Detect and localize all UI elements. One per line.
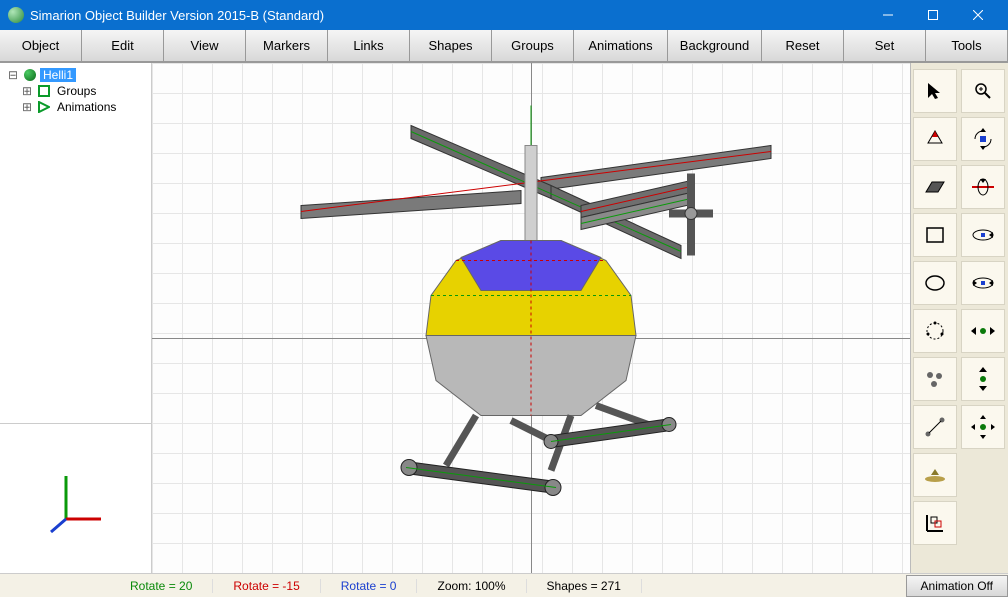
close-icon: [973, 10, 983, 20]
axis-gizmo-icon: [41, 464, 111, 534]
polygon-icon: [924, 320, 946, 342]
tree-item-label: Groups: [54, 84, 99, 98]
move-vert-icon: [976, 366, 990, 392]
move-horiz-icon: [970, 324, 996, 338]
tree-item-groups[interactable]: ⊞ Groups: [6, 83, 145, 99]
status-rotate-z: Rotate = 0: [321, 579, 418, 593]
menu-tools[interactable]: Tools: [926, 30, 1008, 62]
square-icon: [38, 85, 50, 97]
animation-toggle-button[interactable]: Animation Off: [906, 575, 1008, 597]
app-icon: [8, 7, 24, 23]
tree-expander[interactable]: ⊞: [20, 84, 34, 98]
move-free-icon: [970, 414, 996, 440]
menu-links[interactable]: Links: [328, 30, 410, 62]
menu-edit[interactable]: Edit: [82, 30, 164, 62]
tool-move-free[interactable]: [961, 405, 1005, 449]
menu-groups[interactable]: Groups: [492, 30, 574, 62]
tree-expander[interactable]: ⊞: [20, 100, 34, 114]
axis-preview: [0, 423, 151, 573]
tree-item-label: Animations: [54, 100, 119, 114]
tree-item-animations[interactable]: ⊞ Animations: [6, 99, 145, 115]
ground-icon: [923, 467, 947, 483]
status-rotate-x: Rotate = 20: [110, 579, 213, 593]
tool-align[interactable]: [913, 501, 957, 545]
tool-cursor[interactable]: [913, 69, 957, 113]
tool-zoom[interactable]: [961, 69, 1005, 113]
close-button[interactable]: [955, 0, 1000, 30]
tool-ground[interactable]: [913, 453, 957, 497]
tool-rectangle[interactable]: [913, 213, 957, 257]
menu-view[interactable]: View: [164, 30, 246, 62]
maximize-icon: [928, 10, 938, 20]
tool-line[interactable]: [913, 405, 957, 449]
viewport-3d[interactable]: [152, 63, 910, 573]
cursor-icon: [925, 81, 945, 101]
tool-move-horiz[interactable]: [961, 309, 1005, 353]
tool-polygon[interactable]: [913, 309, 957, 353]
tree-expander[interactable]: ⊟: [6, 68, 20, 82]
menu-background[interactable]: Background: [668, 30, 762, 62]
menu-shapes[interactable]: Shapes: [410, 30, 492, 62]
vertex-up-icon: [924, 129, 946, 149]
window-title: Simarion Object Builder Version 2015-B (…: [30, 8, 324, 23]
menu-animations[interactable]: Animations: [574, 30, 668, 62]
rotate-x-icon: [970, 177, 996, 197]
window-titlebar: Simarion Object Builder Version 2015-B (…: [0, 0, 1008, 30]
tree-root-label: Helli1: [40, 68, 76, 82]
ellipse-icon: [924, 274, 946, 292]
tool-multi-point[interactable]: [913, 357, 957, 401]
tool-panel: [910, 63, 1008, 573]
minimize-icon: [883, 10, 893, 20]
multi-point-icon: [924, 369, 946, 389]
minimize-button[interactable]: [865, 0, 910, 30]
maximize-button[interactable]: [910, 0, 955, 30]
tool-rotate-y[interactable]: [961, 213, 1005, 257]
status-shapes: Shapes = 271: [527, 579, 642, 593]
side-panel: ⊟ Helli1 ⊞ Groups ⊞ Animations: [0, 63, 152, 573]
object-tree: ⊟ Helli1 ⊞ Groups ⊞ Animations: [0, 63, 151, 423]
menu-set[interactable]: Set: [844, 30, 926, 62]
tool-vertex-up[interactable]: [913, 117, 957, 161]
play-icon: [38, 101, 50, 113]
tool-plane[interactable]: [913, 165, 957, 209]
menubar: ObjectEditViewMarkersLinksShapesGroupsAn…: [0, 30, 1008, 63]
tool-rotate-x[interactable]: [961, 165, 1005, 209]
status-zoom: Zoom: 100%: [417, 579, 526, 593]
model-helicopter[interactable]: [251, 85, 811, 530]
menu-object[interactable]: Object: [0, 30, 82, 62]
rectangle-icon: [925, 226, 945, 244]
plane-icon: [924, 178, 946, 196]
statusbar: Rotate = 20 Rotate = -15 Rotate = 0 Zoom…: [0, 573, 1008, 597]
tool-rotate-free[interactable]: [961, 117, 1005, 161]
rotate-z-icon: [970, 272, 996, 294]
menu-markers[interactable]: Markers: [246, 30, 328, 62]
rotate-free-icon: [971, 127, 995, 151]
tree-root[interactable]: ⊟ Helli1: [6, 67, 145, 83]
magnifier-icon: [973, 81, 993, 101]
rotate-y-icon: [970, 224, 996, 246]
status-rotate-y: Rotate = -15: [213, 579, 320, 593]
sphere-icon: [24, 69, 36, 81]
tool-ellipse[interactable]: [913, 261, 957, 305]
align-icon: [923, 511, 947, 535]
menu-reset[interactable]: Reset: [762, 30, 844, 62]
tool-move-vert[interactable]: [961, 357, 1005, 401]
tool-rotate-z[interactable]: [961, 261, 1005, 305]
line-icon: [924, 416, 946, 438]
